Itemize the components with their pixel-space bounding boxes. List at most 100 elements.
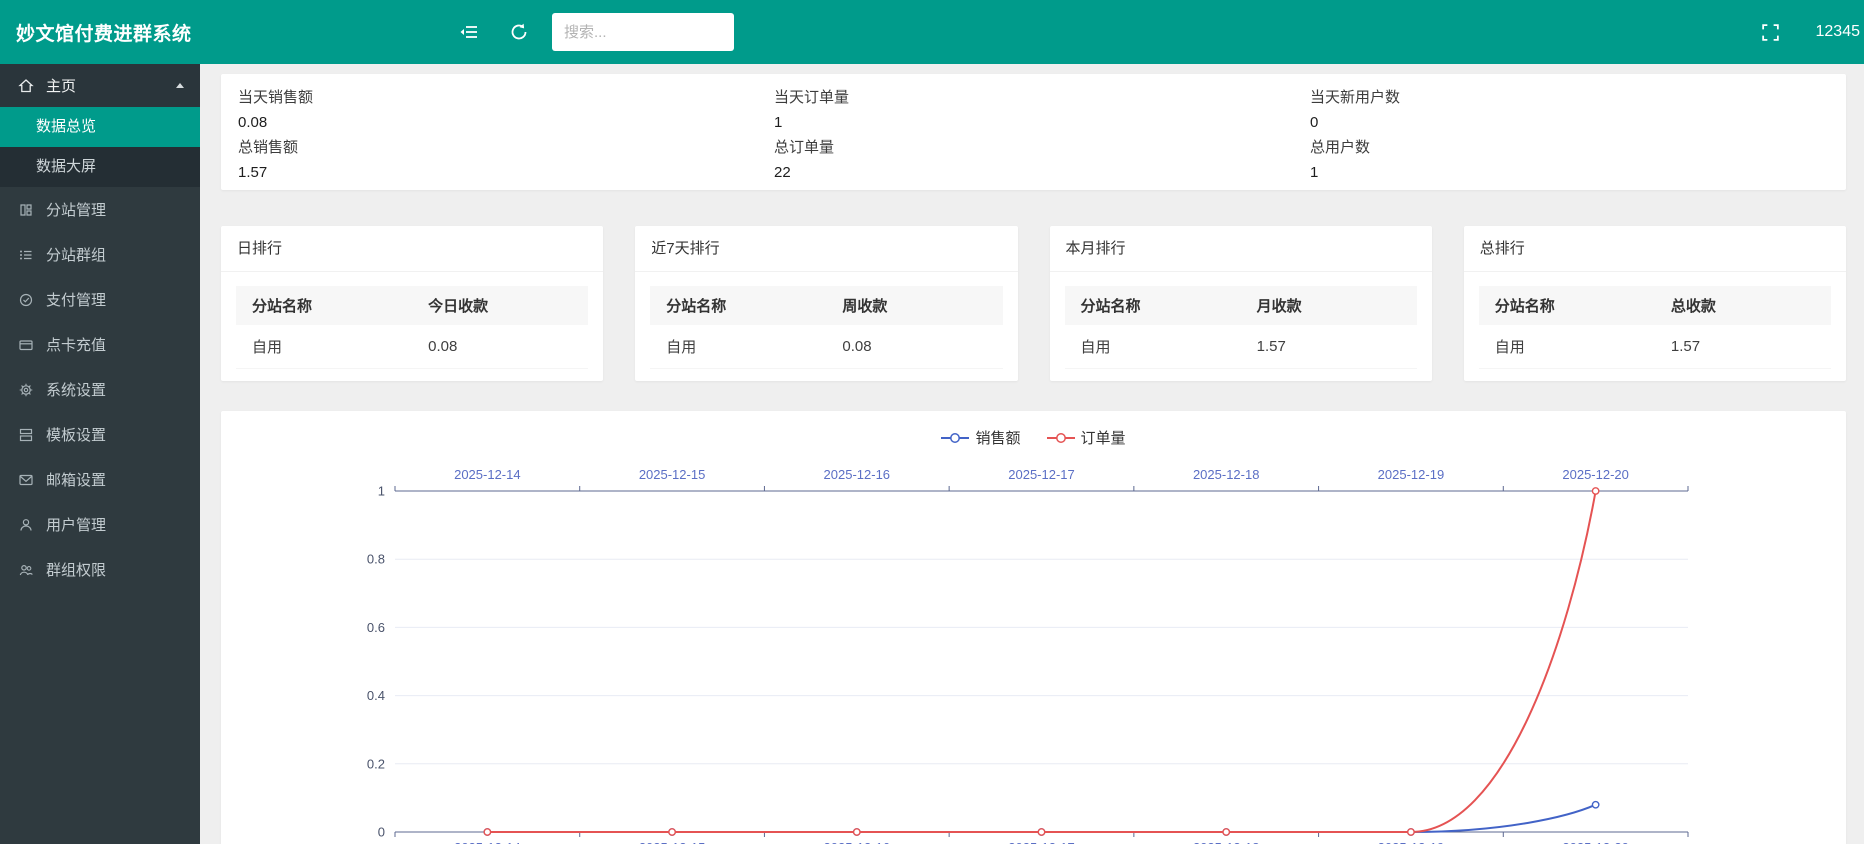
cell-site-name: 自用 bbox=[1479, 325, 1655, 369]
gear-icon bbox=[18, 382, 36, 398]
svg-text:2025-12-20: 2025-12-20 bbox=[1562, 467, 1629, 482]
sales-orders-chart[interactable]: 2025-12-142025-12-142025-12-152025-12-15… bbox=[221, 411, 1846, 844]
sidebar-item-label: 支付管理 bbox=[46, 289, 106, 310]
sidebar-item-label: 分站群组 bbox=[46, 244, 106, 265]
table-row: 自用 0.08 bbox=[236, 325, 588, 369]
users-icon bbox=[18, 562, 36, 578]
stat-value: 22 bbox=[774, 164, 1310, 181]
legend-label: 销售额 bbox=[975, 427, 1020, 448]
rank-table: 分站名称 周收款 自用 0.08 bbox=[650, 286, 1002, 369]
ranking-row: 日排行 分站名称 今日收款 自用 0.08 近7天排行 bbox=[221, 226, 1846, 381]
sidebar-item-email-settings[interactable]: 邮箱设置 bbox=[0, 457, 200, 502]
svg-text:2025-12-16: 2025-12-16 bbox=[824, 840, 891, 844]
legend-item-0[interactable]: 销售额 bbox=[941, 427, 1020, 448]
search-input[interactable] bbox=[552, 13, 734, 51]
search-box bbox=[552, 13, 734, 51]
stat-today-sales: 当天销售额 0.08 bbox=[238, 86, 774, 136]
svg-text:2025-12-15: 2025-12-15 bbox=[639, 840, 706, 844]
card-title: 总排行 bbox=[1464, 226, 1846, 272]
stat-label: 总订单量 bbox=[774, 136, 1310, 157]
chart-legend: 销售额 订单量 bbox=[221, 427, 1846, 448]
user-icon bbox=[18, 517, 36, 533]
svg-text:2025-12-18: 2025-12-18 bbox=[1193, 467, 1260, 482]
sidebar-item-data-screen[interactable]: 数据大屏 bbox=[0, 147, 200, 187]
cell-amount: 0.08 bbox=[412, 325, 588, 369]
column-header: 总收款 bbox=[1655, 286, 1831, 325]
card-title: 本月排行 bbox=[1050, 226, 1432, 272]
rank-card-total: 总排行 分站名称 总收款 自用 1.57 bbox=[1464, 226, 1846, 381]
svg-text:2025-12-19: 2025-12-19 bbox=[1378, 467, 1445, 482]
cell-amount: 0.08 bbox=[826, 325, 1002, 369]
cell-site-name: 自用 bbox=[1065, 325, 1241, 369]
app-title: 妙文馆付费进群系统 bbox=[0, 19, 200, 46]
sidebar-item-substation-groups[interactable]: 分站群组 bbox=[0, 232, 200, 277]
card-title: 日排行 bbox=[221, 226, 603, 272]
stat-total-sales: 总销售额 1.57 bbox=[238, 136, 774, 186]
fullscreen-icon[interactable] bbox=[1754, 15, 1788, 49]
svg-text:2025-12-16: 2025-12-16 bbox=[824, 467, 891, 482]
svg-text:0.4: 0.4 bbox=[367, 688, 385, 703]
rank-card-month: 本月排行 分站名称 月收款 自用 1.57 bbox=[1050, 226, 1432, 381]
sidebar-item-label: 邮箱设置 bbox=[46, 469, 106, 490]
home-icon bbox=[18, 78, 36, 94]
rank-table: 分站名称 月收款 自用 1.57 bbox=[1065, 286, 1417, 369]
stats-panel: 当天销售额 0.08 当天订单量 1 当天新用户数 0 总销售额 1.57 总订… bbox=[221, 74, 1846, 190]
stat-value: 1 bbox=[1310, 164, 1846, 181]
stat-value: 1 bbox=[774, 114, 1310, 131]
sidebar-item-system-settings[interactable]: 系统设置 bbox=[0, 367, 200, 412]
rank-table: 分站名称 总收款 自用 1.57 bbox=[1479, 286, 1831, 369]
table-row: 自用 1.57 bbox=[1479, 325, 1831, 369]
sidebar-item-group-permissions[interactable]: 群组权限 bbox=[0, 547, 200, 592]
sidebar-item-data-overview[interactable]: 数据总览 bbox=[0, 107, 200, 147]
column-header: 分站名称 bbox=[1479, 286, 1655, 325]
svg-text:0.2: 0.2 bbox=[367, 756, 385, 771]
table-row: 自用 1.57 bbox=[1065, 325, 1417, 369]
credit-card-icon bbox=[18, 337, 36, 353]
refresh-icon[interactable] bbox=[502, 15, 536, 49]
stat-total-users: 总用户数 1 bbox=[1310, 136, 1846, 186]
sidebar-item-payment-management[interactable]: 支付管理 bbox=[0, 277, 200, 322]
column-header: 分站名称 bbox=[1065, 286, 1241, 325]
stat-total-orders: 总订单量 22 bbox=[774, 136, 1310, 186]
cell-amount: 1.57 bbox=[1241, 325, 1417, 369]
svg-text:2025-12-19: 2025-12-19 bbox=[1378, 840, 1445, 844]
grid-icon bbox=[18, 202, 36, 218]
svg-text:0.8: 0.8 bbox=[367, 552, 385, 567]
sidebar-item-user-management[interactable]: 用户管理 bbox=[0, 502, 200, 547]
sidebar-item-template-settings[interactable]: 模板设置 bbox=[0, 412, 200, 457]
sidebar-item-label: 系统设置 bbox=[46, 379, 106, 400]
user-id[interactable]: 12345 bbox=[1816, 23, 1864, 41]
check-circle-icon bbox=[18, 292, 36, 308]
stat-label: 总销售额 bbox=[238, 136, 774, 157]
svg-text:2025-12-14: 2025-12-14 bbox=[454, 467, 521, 482]
legend-item-1[interactable]: 订单量 bbox=[1047, 427, 1126, 448]
cell-site-name: 自用 bbox=[236, 325, 412, 369]
collapse-menu-icon[interactable] bbox=[452, 15, 486, 49]
sidebar-item-card-recharge[interactable]: 点卡充值 bbox=[0, 322, 200, 367]
stat-value: 1.57 bbox=[238, 164, 774, 181]
sidebar-item-home[interactable]: 主页 bbox=[0, 64, 200, 107]
card-title: 近7天排行 bbox=[635, 226, 1017, 272]
stat-label: 当天销售额 bbox=[238, 86, 774, 107]
svg-text:2025-12-20: 2025-12-20 bbox=[1562, 840, 1629, 844]
legend-label: 订单量 bbox=[1081, 427, 1126, 448]
stat-today-new-users: 当天新用户数 0 bbox=[1310, 86, 1846, 136]
column-header: 月收款 bbox=[1241, 286, 1417, 325]
sidebar-item-substation-management[interactable]: 分站管理 bbox=[0, 187, 200, 232]
svg-text:2025-12-15: 2025-12-15 bbox=[639, 467, 706, 482]
sidebar-item-label: 分站管理 bbox=[46, 199, 106, 220]
table-header-row: 分站名称 总收款 bbox=[1479, 286, 1831, 325]
rank-card-daily: 日排行 分站名称 今日收款 自用 0.08 bbox=[221, 226, 603, 381]
cell-amount: 1.57 bbox=[1655, 325, 1831, 369]
sidebar: 主页 数据总览 数据大屏 分站管理 分站群组 支付管理 点卡充值 系统设置 bbox=[0, 64, 200, 844]
sidebar-item-label: 点卡充值 bbox=[46, 334, 106, 355]
sidebar-item-label: 群组权限 bbox=[46, 559, 106, 580]
sidebar-item-label: 用户管理 bbox=[46, 514, 106, 535]
fullscreen-glyph bbox=[1760, 22, 1781, 43]
top-bar: 妙文馆付费进群系统 12345 bbox=[0, 0, 1864, 64]
svg-text:0: 0 bbox=[378, 825, 385, 840]
chevron-up-icon bbox=[176, 83, 184, 88]
legend-marker bbox=[1047, 431, 1075, 445]
column-header: 今日收款 bbox=[412, 286, 588, 325]
sidebar-item-label: 模板设置 bbox=[46, 424, 106, 445]
